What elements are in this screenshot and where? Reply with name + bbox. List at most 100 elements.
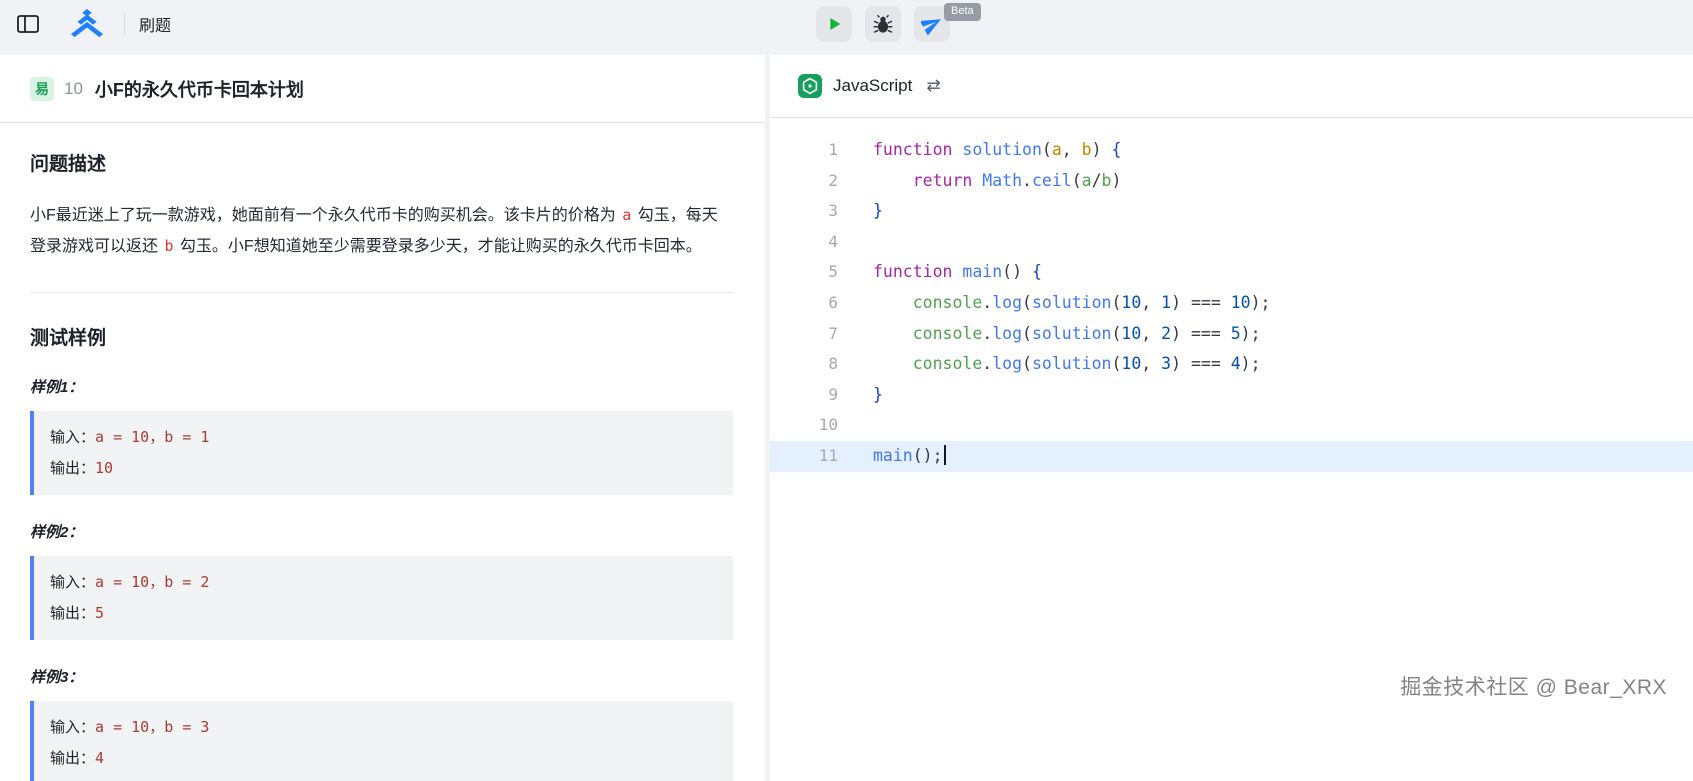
sample-label: 样例3：: [30, 666, 733, 687]
code-line[interactable]: 10: [770, 410, 1693, 441]
juejin-logo-icon: [66, 9, 108, 39]
code-token: );: [1251, 293, 1271, 312]
language-label: JavaScript: [833, 76, 912, 96]
problem-panel: 易 10 小F的永久代币卡回本计划 问题描述 小F最近迷上了玩一款游戏，她面前有…: [0, 55, 765, 781]
code-token: /: [1092, 171, 1102, 190]
code-line[interactable]: 7 console.log(solution(10, 2) === 5);: [770, 319, 1693, 350]
code-token: .: [982, 354, 992, 373]
sample-label: 样例2：: [30, 521, 733, 542]
debug-button[interactable]: [865, 6, 901, 42]
samples-heading: 测试样例: [30, 323, 733, 350]
code-token: ceil: [1032, 171, 1072, 190]
sidebar-toggle-button[interactable]: [14, 10, 42, 38]
code-token: ===: [1191, 324, 1231, 343]
main-content: 易 10 小F的永久代币卡回本计划 问题描述 小F最近迷上了玩一款游戏，她面前有…: [0, 55, 1693, 781]
code-token: 5: [1231, 324, 1241, 343]
sidebar-toggle-icon: [17, 14, 39, 34]
brand-label[interactable]: 刷题: [139, 12, 171, 36]
code-token: [873, 293, 913, 312]
line-number: 6: [770, 288, 838, 319]
editor-panel: JavaScript ⇄ 1function solution(a, b) {2…: [770, 55, 1693, 781]
code-token: .: [982, 293, 992, 312]
code-token: ): [1171, 293, 1191, 312]
code-line[interactable]: 4: [770, 227, 1693, 258]
code-line[interactable]: 5function main() {: [770, 257, 1693, 288]
sample-output-line: 输出：4: [50, 743, 717, 774]
code-token: log: [992, 354, 1022, 373]
output-label: 输出：: [50, 750, 95, 767]
code-token: 10: [1121, 324, 1141, 343]
code-text: function solution(a, b) {: [838, 135, 1121, 166]
code-token: (: [1111, 324, 1121, 343]
code-token: 10: [1231, 293, 1251, 312]
topbar-divider: [124, 14, 125, 34]
code-token: log: [992, 293, 1022, 312]
code-token: solution: [1032, 324, 1111, 343]
code-token: ): [1171, 354, 1191, 373]
code-token: ): [1092, 140, 1112, 159]
line-number: 3: [770, 196, 838, 227]
code-token: [873, 171, 913, 190]
code-token: );: [1241, 354, 1261, 373]
code-text: function main() {: [838, 257, 1042, 288]
sample-output-line: 输出：5: [50, 598, 717, 629]
code-editor[interactable]: 1function solution(a, b) {2 return Math.…: [770, 118, 1693, 472]
code-line[interactable]: 9}: [770, 380, 1693, 411]
description-heading: 问题描述: [30, 149, 733, 176]
input-label: 输入：: [50, 429, 95, 446]
editor-header: JavaScript ⇄: [770, 55, 1693, 118]
code-line[interactable]: 2 return Math.ceil(a/b): [770, 166, 1693, 197]
code-token: console: [913, 324, 983, 343]
code-token: [873, 354, 913, 373]
code-token: (: [1111, 293, 1121, 312]
sample-input-line: 输入：a = 10，b = 1: [50, 422, 717, 453]
code-token: b: [1102, 171, 1112, 190]
juejin-logo[interactable]: [66, 9, 108, 39]
problem-id: 10: [64, 79, 83, 99]
play-icon: [823, 13, 845, 35]
line-number: 11: [770, 441, 838, 472]
code-token: ();: [913, 446, 943, 465]
code-token: .: [982, 324, 992, 343]
text-cursor: [944, 445, 946, 465]
line-number: 4: [770, 227, 838, 258]
code-line[interactable]: 6 console.log(solution(10, 1) === 10);: [770, 288, 1693, 319]
line-number: 9: [770, 380, 838, 411]
code-token: .: [1022, 171, 1032, 190]
language-swap-icon[interactable]: ⇄: [926, 76, 940, 96]
code-token: (: [1022, 324, 1032, 343]
sample-example-1: 样例1： 输入：a = 10，b = 1 输出：10: [30, 376, 733, 495]
input-code: a = 10，b = 3: [95, 718, 209, 736]
code-token: b: [1082, 140, 1092, 159]
code-token: console: [913, 354, 983, 373]
line-number: 1: [770, 135, 838, 166]
code-token: ,: [1141, 293, 1161, 312]
code-token: [873, 324, 913, 343]
code-token: (: [1022, 354, 1032, 373]
sample-example-3: 样例3： 输入：a = 10，b = 3 输出：4: [30, 666, 733, 781]
line-number: 10: [770, 410, 838, 441]
difficulty-badge: 易: [30, 77, 54, 101]
code-token: a: [1082, 171, 1092, 190]
code-token: ===: [1191, 293, 1231, 312]
code-text: console.log(solution(10, 3) === 4);: [838, 349, 1261, 380]
run-button[interactable]: [816, 6, 852, 42]
code-text: main();: [838, 441, 946, 472]
code-line[interactable]: 1function solution(a, b) {: [770, 135, 1693, 166]
input-code: a = 10，b = 2: [95, 573, 209, 591]
code-token: ,: [1062, 140, 1082, 159]
code-line[interactable]: 3}: [770, 196, 1693, 227]
code-token: (: [1072, 171, 1082, 190]
input-label: 输入：: [50, 719, 95, 736]
description-text: 小F最近迷上了玩一款游戏，她面前有一个永久代币卡的购买机会。该卡片的价格为: [30, 207, 620, 224]
output-code: 4: [95, 749, 104, 767]
code-token: }: [873, 201, 883, 220]
code-line[interactable]: 8 console.log(solution(10, 3) === 4);: [770, 349, 1693, 380]
code-token: console: [913, 293, 983, 312]
problem-content[interactable]: 问题描述 小F最近迷上了玩一款游戏，她面前有一个永久代币卡的购买机会。该卡片的价…: [0, 123, 765, 781]
code-token: ,: [1141, 324, 1161, 343]
code-token: 1: [1161, 293, 1171, 312]
code-line[interactable]: 11main();: [770, 441, 1693, 472]
code-token: {: [1111, 140, 1121, 159]
code-token: ): [1171, 324, 1191, 343]
